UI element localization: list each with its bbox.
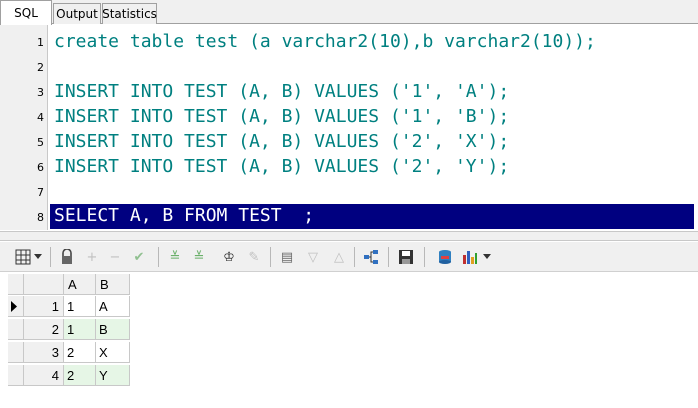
table-row[interactable]: 3 2 X: [8, 342, 130, 363]
code-line[interactable]: SELECT A, B FROM TEST ;: [54, 204, 314, 228]
row-indicator: [8, 319, 24, 340]
export-icon[interactable]: ▤: [278, 248, 296, 266]
result-toolbar: + − ✔ ≚ ≚ ♔ ✎ ▤ ▽ △: [0, 242, 698, 272]
line-number: 3: [37, 86, 44, 99]
line-number: 8: [37, 211, 44, 224]
tab-output[interactable]: Output: [53, 3, 101, 24]
chevron-down-icon[interactable]: [482, 248, 492, 266]
table-row[interactable]: 2 1 B: [8, 319, 130, 340]
save-icon[interactable]: [397, 248, 415, 266]
line-number: 7: [37, 186, 44, 199]
post-edit-icon[interactable]: ✔: [130, 248, 148, 266]
line-number: 5: [37, 136, 44, 149]
selected-code-line[interactable]: SELECT A, B FROM TEST ;: [50, 204, 694, 229]
toolbar-separator: [424, 247, 425, 267]
row-number-header: [24, 274, 64, 295]
table-row[interactable]: 1 1 A: [8, 296, 130, 317]
filter-icon[interactable]: ≚: [166, 248, 184, 266]
column-header-b[interactable]: B: [96, 274, 130, 295]
row-number: 2: [24, 319, 64, 340]
toolbar-separator: [50, 247, 51, 267]
row-indicator: [8, 365, 24, 386]
tab-bar: SQL Output Statistics: [0, 0, 698, 25]
row-indicator: [8, 342, 24, 363]
find-icon[interactable]: ♔: [220, 248, 238, 266]
line-number: 4: [37, 111, 44, 124]
toolbar-separator: [270, 247, 271, 267]
line-number: 2: [37, 61, 44, 74]
add-record-icon[interactable]: +: [83, 248, 101, 266]
row-number: 3: [24, 342, 64, 363]
delete-record-icon[interactable]: −: [106, 248, 124, 266]
tab-statistics[interactable]: Statistics: [102, 3, 157, 24]
tab-statistics-label: Statistics: [102, 7, 157, 21]
tab-sql-label: SQL: [14, 6, 38, 20]
cell-a[interactable]: 2: [64, 342, 96, 363]
chart-icon[interactable]: [461, 248, 479, 266]
toolbar-separator: [354, 247, 355, 267]
indicator-header: [8, 274, 24, 295]
editor-result-splitter[interactable]: [0, 231, 698, 241]
code-line[interactable]: INSERT INTO TEST (A, B) VALUES ('1', 'B'…: [54, 105, 509, 129]
code-line[interactable]: INSERT INTO TEST (A, B) VALUES ('2', 'X'…: [54, 130, 509, 154]
query-icon[interactable]: [436, 248, 454, 266]
cell-a[interactable]: 1: [64, 319, 96, 340]
line-number: 6: [37, 161, 44, 174]
tab-sql[interactable]: SQL: [0, 0, 52, 25]
grid-header-row: A B: [8, 274, 130, 295]
sort-descending-icon[interactable]: ▽: [304, 248, 322, 266]
code-line[interactable]: create table test (a varchar2(10),b varc…: [54, 30, 596, 54]
sort-ascending-icon[interactable]: △: [330, 248, 348, 266]
table-row[interactable]: 4 2 Y: [8, 365, 130, 386]
line-number-gutter: 1 2 3 4 5 6 7 8: [0, 25, 48, 230]
cell-b[interactable]: Y: [96, 365, 130, 386]
cell-b[interactable]: X: [96, 342, 130, 363]
cell-b[interactable]: A: [96, 296, 130, 317]
tab-output-label: Output: [56, 7, 98, 21]
cell-a[interactable]: 1: [64, 296, 96, 317]
tree-icon[interactable]: [362, 248, 380, 266]
row-number: 4: [24, 365, 64, 386]
code-line[interactable]: INSERT INTO TEST (A, B) VALUES ('2', 'Y'…: [54, 155, 509, 179]
row-number: 1: [24, 296, 64, 317]
lock-icon[interactable]: [58, 248, 76, 266]
cell-a[interactable]: 2: [64, 365, 96, 386]
grid-layout-icon[interactable]: [14, 248, 32, 266]
toolbar-separator: [158, 247, 159, 267]
line-number: 1: [37, 36, 44, 49]
sql-editor[interactable]: 1 2 3 4 5 6 7 8 create table test (a var…: [0, 25, 698, 230]
filter-clear-icon[interactable]: ≚: [190, 248, 208, 266]
column-header-a[interactable]: A: [64, 274, 96, 295]
chevron-down-icon[interactable]: [33, 248, 43, 266]
current-row-indicator: [8, 296, 24, 317]
cell-b[interactable]: B: [96, 319, 130, 340]
clear-icon[interactable]: ✎: [245, 248, 263, 266]
code-line[interactable]: INSERT INTO TEST (A, B) VALUES ('1', 'A'…: [54, 80, 509, 104]
toolbar-separator: [388, 247, 389, 267]
